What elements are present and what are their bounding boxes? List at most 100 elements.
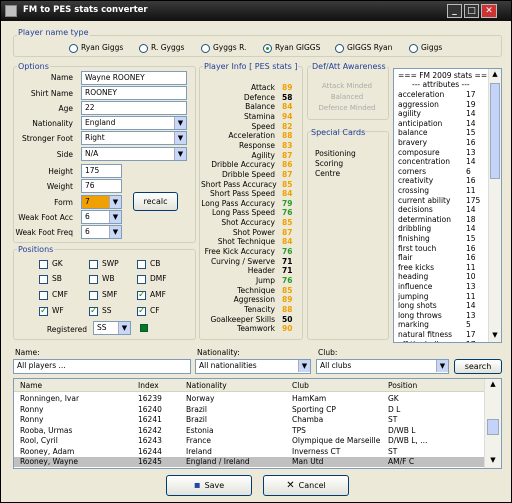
save-button[interactable]: ▪ Save xyxy=(166,475,252,496)
col-position-header[interactable]: Position xyxy=(388,381,417,390)
position-checkbox[interactable]: CMF xyxy=(39,290,68,300)
name-input[interactable]: Wayne ROONEY xyxy=(81,71,187,85)
radio-circle[interactable] xyxy=(139,43,148,53)
position-checkbox[interactable]: DMF xyxy=(137,274,167,284)
weak-foot-freq-select[interactable]: 6 ▼ xyxy=(81,225,122,239)
checkbox-box[interactable] xyxy=(39,274,48,284)
scroll-up-icon[interactable]: ▲ xyxy=(487,380,499,391)
chevron-down-icon[interactable]: ▼ xyxy=(109,196,121,208)
recalc-button[interactable]: recalc xyxy=(133,192,178,211)
chevron-down-icon[interactable]: ▼ xyxy=(174,117,186,129)
scroll-up-icon[interactable]: ▲ xyxy=(490,70,500,80)
checkbox-box[interactable] xyxy=(89,290,98,300)
search-button[interactable]: search xyxy=(454,359,502,374)
options-label: Options xyxy=(17,62,50,71)
title-bar[interactable]: FM to PES stats converter _ □ ✕ xyxy=(1,1,511,21)
chevron-down-icon[interactable]: ▼ xyxy=(174,132,186,144)
filter-name-input[interactable]: All players ... xyxy=(13,359,191,374)
checkbox-box[interactable] xyxy=(89,306,98,316)
position-checkbox[interactable]: AMF xyxy=(137,290,166,300)
defence-minded-option[interactable]: Defence Minded xyxy=(307,104,387,112)
close-icon[interactable]: ✕ xyxy=(481,4,497,18)
position-checkbox[interactable]: SB xyxy=(39,274,62,284)
col-nationality-header[interactable]: Nationality xyxy=(186,381,227,390)
chevron-down-icon[interactable]: ▼ xyxy=(118,322,130,334)
checkbox-box[interactable] xyxy=(137,274,146,284)
table-row[interactable]: Ronny 16241 Brazil Chamba ST xyxy=(14,415,484,425)
col-index-header[interactable]: Index xyxy=(138,381,159,390)
table-row[interactable]: Ronny 16240 Brazil Sporting CP D L xyxy=(14,405,484,415)
table-row[interactable]: Ronningen, Ivar 16239 Norway HamKam GK xyxy=(14,394,484,404)
checkbox-box[interactable] xyxy=(39,306,48,316)
col-name-header[interactable]: Name xyxy=(20,381,42,390)
minimize-icon[interactable]: _ xyxy=(447,4,462,18)
chevron-down-icon[interactable]: ▼ xyxy=(109,226,121,238)
col-club-header[interactable]: Club xyxy=(292,381,309,390)
radio-circle[interactable] xyxy=(201,43,210,53)
age-input[interactable]: 22 xyxy=(81,101,187,115)
position-checkbox[interactable]: WB xyxy=(89,274,115,284)
scroll-down-icon[interactable]: ▼ xyxy=(487,456,499,467)
filter-club-select[interactable]: All clubs ▼ xyxy=(316,359,449,374)
position-checkbox[interactable]: SMF xyxy=(89,290,118,300)
nationality-select[interactable]: England ▼ xyxy=(81,116,187,130)
fm-stat-value: 16 xyxy=(466,176,476,186)
balanced-option[interactable]: Balanced xyxy=(307,93,387,101)
players-table[interactable]: Name Index Nationality Club Position Ron… xyxy=(13,378,502,469)
special-card-item[interactable]: Centre xyxy=(315,169,340,178)
position-checkbox[interactable]: CF xyxy=(137,306,160,316)
fm-stat-value: 14 xyxy=(466,109,476,119)
cancel-button[interactable]: ✕ Cancel xyxy=(263,475,349,496)
checkbox-box[interactable] xyxy=(39,290,48,300)
name-type-radio[interactable]: Giggs xyxy=(409,43,442,53)
name-type-radio[interactable]: GIGGS Ryan xyxy=(335,43,392,53)
shirt-name-input[interactable]: ROONEY xyxy=(81,86,187,100)
radio-circle[interactable] xyxy=(263,43,272,53)
name-type-radio[interactable]: R. Gyggs xyxy=(139,43,184,53)
registered-select[interactable]: SS ▼ xyxy=(93,321,131,335)
checkbox-box[interactable] xyxy=(137,290,146,300)
stronger-foot-select[interactable]: Right ▼ xyxy=(81,131,187,145)
checkbox-box[interactable] xyxy=(89,259,98,269)
fm-stats-list[interactable]: === FM 2009 stats === --- attributes ---… xyxy=(393,68,502,343)
checkbox-box[interactable] xyxy=(137,306,146,316)
fm-stats-scrollbar[interactable]: ▲ ▼ xyxy=(488,69,501,342)
height-input[interactable]: 175 xyxy=(81,164,122,178)
checkbox-box[interactable] xyxy=(137,259,146,269)
position-checkbox[interactable]: SWP xyxy=(89,259,119,269)
scroll-down-icon[interactable]: ▼ xyxy=(490,331,500,341)
radio-circle[interactable] xyxy=(335,43,344,53)
position-checkbox[interactable]: CB xyxy=(137,259,160,269)
form-select[interactable]: 7 ▼ xyxy=(81,195,122,209)
table-scrollbar[interactable]: ▲ ▼ xyxy=(484,379,501,468)
checkbox-box[interactable] xyxy=(89,274,98,284)
filter-nationality-select[interactable]: All nationalities ▼ xyxy=(195,359,311,374)
special-card-item[interactable]: Scoring xyxy=(315,159,343,168)
chevron-down-icon[interactable]: ▼ xyxy=(436,360,448,372)
table-row[interactable]: Rooney, Adam 16244 Ireland Inverness CT ST xyxy=(14,447,484,457)
scroll-thumb[interactable] xyxy=(490,83,500,179)
special-card-item[interactable]: Positioning xyxy=(315,149,356,158)
chevron-down-icon[interactable]: ▼ xyxy=(174,148,186,160)
side-select[interactable]: N/A ▼ xyxy=(81,147,187,161)
chevron-down-icon[interactable]: ▼ xyxy=(298,360,310,372)
position-checkbox[interactable]: WF xyxy=(39,306,64,316)
radio-circle[interactable] xyxy=(409,43,418,53)
checkbox-box[interactable] xyxy=(39,259,48,269)
name-type-radio[interactable]: Gyggs R. xyxy=(201,43,246,53)
position-checkbox[interactable]: SS xyxy=(89,306,112,316)
scroll-thumb[interactable] xyxy=(487,419,499,435)
table-row[interactable]: Rooney, Wayne 16245 England / Ireland Man U… xyxy=(14,457,484,467)
stat-value: 76 xyxy=(282,276,293,285)
radio-circle[interactable] xyxy=(69,43,78,53)
chevron-down-icon[interactable]: ▼ xyxy=(109,211,121,223)
position-checkbox[interactable]: GK xyxy=(39,259,63,269)
weight-input[interactable]: 76 xyxy=(81,179,122,193)
weak-foot-acc-select[interactable]: 6 ▼ xyxy=(81,210,122,224)
maximize-icon[interactable]: □ xyxy=(464,4,479,18)
name-type-radio[interactable]: Ryan GIGGS xyxy=(263,43,320,53)
attack-minded-option[interactable]: Attack Minded xyxy=(307,82,387,90)
table-row[interactable]: Rool, Cyril 16243 France Olympique de Marse… xyxy=(14,436,484,446)
table-row[interactable]: Rooba, Urmas 16242 Estonia TPS D/WB L xyxy=(14,426,484,436)
name-type-radio[interactable]: Ryan Giggs xyxy=(69,43,123,53)
